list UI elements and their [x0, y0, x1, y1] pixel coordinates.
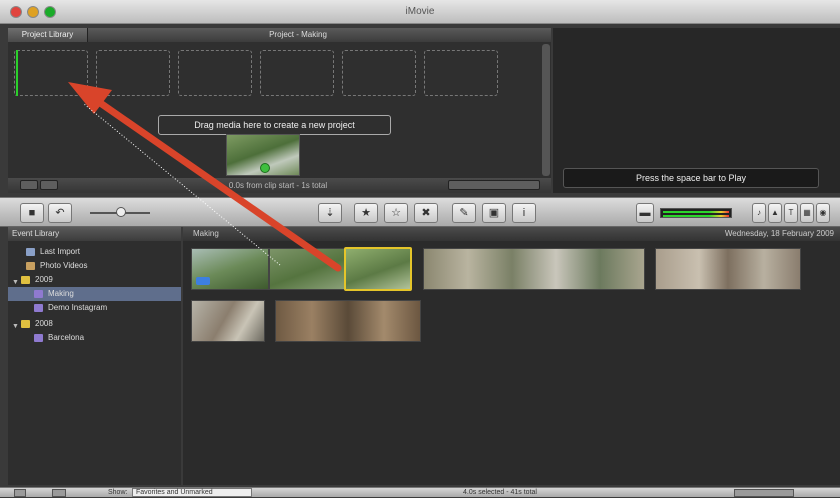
project-pane: Project Library Project - Making Drag me… — [8, 28, 551, 193]
project-header: Project Library Project - Making — [8, 28, 551, 42]
empty-project-slot[interactable] — [14, 50, 88, 96]
transitions-browser-icon[interactable]: ▦ — [800, 203, 814, 223]
event-item-label: Making — [48, 289, 74, 298]
project-scrollbar[interactable] — [542, 44, 550, 176]
play-hint: Press the space bar to Play — [563, 168, 819, 188]
event-icon — [34, 304, 43, 312]
event-item-label: Demo Instagram — [48, 303, 108, 312]
folder-icon — [21, 276, 30, 284]
window-title: iMovie — [405, 6, 435, 17]
event-item-label: Photo Videos — [40, 261, 88, 270]
empty-project-slot[interactable] — [178, 50, 252, 96]
event-date: Wednesday, 18 February 2009 — [724, 229, 834, 238]
info-icon[interactable]: i — [512, 203, 536, 223]
play-event-button[interactable] — [52, 489, 66, 497]
event-name: Making — [193, 229, 219, 238]
project-title: Project - Making — [269, 30, 327, 39]
favorite-star-icon[interactable]: ★ — [354, 203, 378, 223]
empty-project-slot[interactable] — [260, 50, 334, 96]
project-play-button[interactable] — [40, 180, 58, 190]
bottom-bar: Show: Favorites and Unmarked 4.0s select… — [0, 487, 840, 497]
event-item-label: 2009 — [35, 275, 53, 284]
crop-icon[interactable]: ▣ — [482, 203, 506, 223]
drag-media-hint: Drag media here to create a new project — [158, 115, 391, 135]
titles-browser-icon[interactable]: T — [784, 203, 798, 223]
camera-icon[interactable]: ■ — [20, 203, 44, 223]
video-clip[interactable] — [423, 248, 645, 290]
show-filter-select[interactable]: Favorites and Unmarked — [132, 488, 252, 497]
title-bar: iMovie — [0, 0, 840, 24]
thumbnail-size-slider[interactable] — [116, 207, 126, 217]
undo-icon[interactable]: ↶ — [48, 203, 72, 223]
add-clip-icon — [260, 163, 270, 173]
video-clip[interactable] — [655, 248, 801, 290]
audio-meter — [660, 208, 732, 218]
video-clip[interactable] — [275, 300, 421, 342]
event-item-barcelona[interactable]: Barcelona — [8, 331, 181, 345]
maps-browser-icon[interactable]: ◉ — [816, 203, 830, 223]
project-view-button[interactable] — [20, 180, 38, 190]
event-browser-header: Making Wednesday, 18 February 2009 — [183, 227, 840, 241]
clapper-icon — [26, 248, 35, 256]
event-item-2008[interactable]: ▼ 2008 — [8, 317, 181, 331]
video-clip[interactable] — [191, 248, 269, 290]
clip-selection-outline — [344, 247, 412, 291]
insertion-playhead — [16, 50, 18, 96]
event-library-pane: Event Library Last Import Photo Videos ▼… — [8, 227, 181, 485]
empty-project-slot[interactable] — [342, 50, 416, 96]
project-status: 0.0s from clip start - 1s total — [228, 181, 328, 190]
folder-icon — [21, 320, 30, 328]
viewer-pane: Press the space bar to Play — [553, 28, 840, 193]
clip-zoom-slider[interactable] — [734, 489, 794, 497]
video-clip[interactable] — [269, 248, 345, 290]
event-view-button[interactable] — [14, 489, 26, 497]
empty-project-slot[interactable] — [424, 50, 498, 96]
reject-x-icon[interactable]: ✖ — [414, 203, 438, 223]
event-item-demo[interactable]: Demo Instagram — [8, 301, 181, 315]
video-clip[interactable] — [191, 300, 265, 342]
add-to-project-icon[interactable]: ⇣ — [318, 203, 342, 223]
photo-browser-icon[interactable]: ▲ — [768, 203, 782, 223]
event-icon — [34, 290, 43, 298]
project-zoom-slider[interactable] — [448, 180, 540, 190]
dragged-clip-thumbnail[interactable] — [226, 134, 300, 176]
event-item-label: Last Import — [40, 247, 81, 256]
empty-project-slot[interactable] — [96, 50, 170, 96]
event-item-photo-videos[interactable]: Photo Videos — [8, 259, 181, 273]
unmark-star-icon[interactable]: ☆ — [384, 203, 408, 223]
event-library-header: Event Library — [8, 227, 181, 241]
keyword-icon[interactable]: ✎ — [452, 203, 476, 223]
event-item-label: Barcelona — [48, 333, 85, 342]
project-footer: 0.0s from clip start - 1s total — [8, 178, 551, 193]
audio-mute-icon[interactable]: ▬ — [636, 203, 654, 223]
event-item-label: 2008 — [35, 319, 53, 328]
music-browser-icon[interactable]: ♪ — [752, 203, 766, 223]
event-browser-pane: Making Wednesday, 18 February 2009 — [183, 227, 840, 485]
event-icon — [34, 334, 43, 342]
event-item-last-import[interactable]: Last Import — [8, 245, 181, 259]
project-library-button[interactable]: Project Library — [8, 28, 88, 42]
camera-badge-icon — [196, 277, 210, 285]
main-toolbar: ■ ↶ ⇣ ★ ☆ ✖ ✎ ▣ i ▬ ♪ ▲ T ▦ ◉ — [0, 197, 840, 227]
event-item-making[interactable]: Making — [8, 287, 181, 301]
photos-icon — [26, 262, 35, 270]
event-item-2009[interactable]: ▼ 2009 — [8, 273, 181, 287]
